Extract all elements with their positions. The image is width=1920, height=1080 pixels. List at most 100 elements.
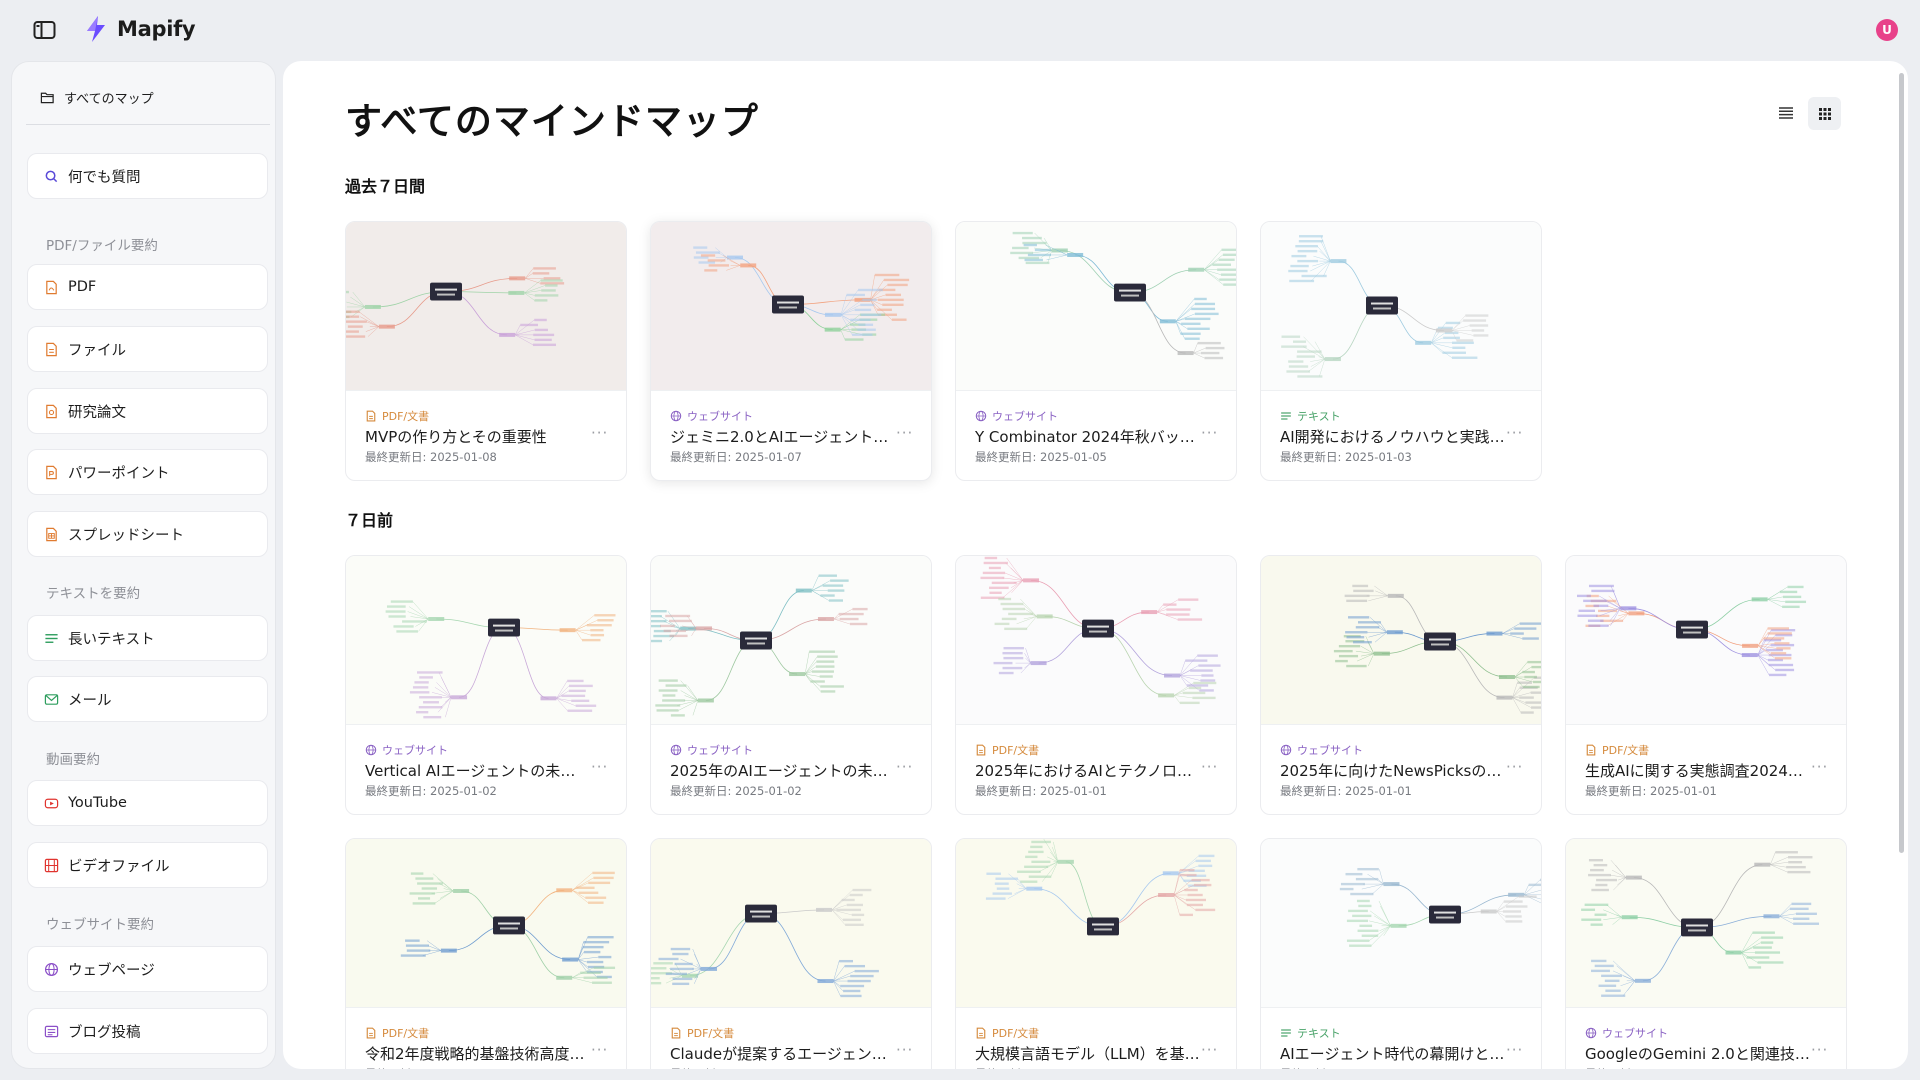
sidebar-item-webpage[interactable]: ウェブページ	[27, 946, 268, 992]
globe-icon	[1585, 1027, 1597, 1039]
card-type-label: PDF/文書	[1602, 744, 1650, 757]
sidebar-item-spreadsheet[interactable]: スプレッドシート	[27, 511, 268, 557]
card-type: PDF/文書	[975, 1025, 1039, 1041]
mindmap-card[interactable]: PDF/文書 2025年におけるAIとテクノロジ… ··· 最終更新日: 2025-0…	[955, 555, 1237, 815]
section-video: 動画要約	[46, 752, 100, 768]
mapify-logo[interactable]: Mapify	[81, 14, 196, 44]
card-date: 最終更新日: 2025-01-02	[670, 784, 802, 798]
sidebar-item-label: 長いテキスト	[68, 631, 155, 648]
mindmap-card[interactable]: ウェブサイト 2025年のAIエージェントの未来… ··· 最終更新日: 2025-0…	[650, 555, 932, 815]
mindmap-thumbnail	[346, 556, 626, 725]
spreadsheet-icon	[46, 527, 57, 541]
mindmap-card[interactable]: PDF/文書 Claudeが提案するエージェント…··· 最終更新日: 2025-0…	[650, 838, 932, 1069]
mail-icon	[44, 693, 59, 705]
sidebar-item-powerpoint[interactable]: パワーポイント	[27, 449, 268, 495]
sidebar-item-video-file[interactable]: ビデオファイル	[27, 842, 268, 888]
card-title: 令和2年度戦略的基盤技術高度…	[365, 1045, 585, 1063]
globe-icon	[670, 410, 682, 422]
scrollbar[interactable]	[1899, 73, 1904, 853]
card-type: テキスト	[1280, 408, 1341, 424]
sidebar-item-mail[interactable]: メール	[27, 676, 268, 722]
pdf-icon	[976, 744, 986, 756]
more-options-icon[interactable]: ···	[591, 1041, 608, 1059]
sidebar-item-label: ファイル	[68, 342, 126, 359]
sidebar-item-pdf[interactable]: PDF	[27, 264, 268, 310]
mindmap-card[interactable]: ウェブサイト Y Combinator 2024年秋バッチ… ··· 最終更新日: 2…	[955, 221, 1237, 481]
list-view-icon[interactable]	[1773, 100, 1799, 126]
more-options-icon[interactable]: ···	[896, 1041, 913, 1059]
sidebar-item-long-text[interactable]: 長いテキスト	[27, 615, 268, 661]
card-type: PDF/文書	[975, 742, 1039, 758]
sidebar-item-youtube[interactable]: YouTube	[27, 780, 268, 826]
card-title: Vertical AIエージェントの未来…	[365, 762, 590, 780]
sidebar-toggle-icon[interactable]	[33, 20, 57, 40]
pdf-icon	[976, 1027, 986, 1039]
card-type-label: テキスト	[1297, 410, 1341, 423]
mindmap-card[interactable]: PDF/文書大規模言語モデル（LLM）を基…··· 最終更新日: 2025-01-…	[955, 838, 1237, 1069]
sidebar: すべてのマップ 何でも質問 PDF/ファイル要約 PDF ファイル 研究論文 パ…	[11, 61, 276, 1069]
sidebar-all-maps[interactable]: すべてのマップ	[40, 88, 154, 107]
card-title: MVPの作り方とその重要性	[365, 428, 547, 446]
more-options-icon[interactable]: ···	[1201, 424, 1218, 442]
more-options-icon[interactable]: ···	[1201, 1041, 1218, 1059]
card-type-label: ウェブサイト	[687, 410, 753, 423]
user-avatar[interactable]: U	[1876, 19, 1898, 41]
card-date: 最終更新日: 2025-01-01	[975, 784, 1107, 798]
card-type-label: PDF/文書	[687, 1027, 735, 1040]
mindmap-thumbnail	[346, 222, 626, 391]
video-file-icon	[44, 858, 59, 872]
card-title: Claudeが提案するエージェント…	[670, 1045, 895, 1063]
card-type-label: PDF/文書	[992, 744, 1040, 757]
card-type: ウェブサイト	[670, 742, 753, 758]
sidebar-item-label: ブログ投稿	[68, 1024, 141, 1041]
card-type: PDF/文書	[1585, 742, 1649, 758]
card-type: PDF/文書	[365, 408, 429, 424]
card-title: 2025年におけるAIとテクノロジ…	[975, 762, 1200, 780]
card-date: 最終更新日: 2025-01-01	[975, 1066, 1107, 1069]
more-options-icon[interactable]: ···	[896, 424, 913, 442]
sidebar-item-paper[interactable]: 研究論文	[27, 388, 268, 434]
more-options-icon[interactable]: ···	[1506, 424, 1523, 442]
sidebar-item-file[interactable]: ファイル	[27, 326, 268, 372]
card-type: ウェブサイト	[670, 408, 753, 424]
youtube-icon	[44, 798, 59, 808]
card-date: 最終更新日: 2025-01-03	[1280, 450, 1412, 464]
mindmap-card[interactable]: ウェブサイト ジェミニ2.0とAIエージェントの… ··· 最終更新日: 2025-0…	[650, 221, 932, 481]
mindmap-card[interactable]: PDF/文書 生成AIに関する実態調査2024… ··· 最終更新日: 2025-01…	[1565, 555, 1847, 815]
more-options-icon[interactable]: ···	[591, 424, 608, 442]
more-options-icon[interactable]: ···	[1811, 1041, 1828, 1059]
globe-icon	[975, 410, 987, 422]
grid-view-icon[interactable]	[1808, 97, 1841, 130]
more-options-icon[interactable]: ···	[1506, 1041, 1523, 1059]
more-options-icon[interactable]: ···	[896, 758, 913, 776]
sidebar-item-label: PDF	[68, 279, 97, 295]
mindmap-thumbnail	[956, 839, 1236, 1008]
bolt-logo-icon	[87, 16, 105, 42]
mindmap-card[interactable]: PDF/文書 MVPの作り方とその重要性 ··· 最終更新日: 2025-01-08	[345, 221, 627, 481]
more-options-icon[interactable]: ···	[1506, 758, 1523, 776]
sidebar-item-blog[interactable]: ブログ投稿	[27, 1008, 268, 1054]
mindmap-card[interactable]: テキスト AIエージェント時代の幕開けと…··· 最終更新日: 2025-01-01	[1260, 838, 1542, 1069]
sidebar-item-label: 研究論文	[68, 404, 126, 421]
mindmap-card[interactable]: ウェブサイト GoogleのGemini 2.0と関連技術…··· 最終更新日: 2…	[1565, 838, 1847, 1069]
powerpoint-icon	[46, 465, 57, 479]
more-options-icon[interactable]: ···	[1201, 758, 1218, 776]
card-type: ウェブサイト	[1280, 742, 1363, 758]
mindmap-thumbnail	[651, 556, 931, 725]
card-title: AI開発におけるノウハウと実践…	[1280, 428, 1505, 446]
more-options-icon[interactable]: ···	[1811, 758, 1828, 776]
card-type: ウェブサイト	[975, 408, 1058, 424]
mindmap-card[interactable]: PDF/文書令和2年度戦略的基盤技術高度… ··· 最終更新日: 2025-01-0…	[345, 838, 627, 1069]
card-type: PDF/文書	[365, 1025, 429, 1041]
more-options-icon[interactable]: ···	[591, 758, 608, 776]
ask-anything-button[interactable]: 何でも質問	[27, 153, 268, 199]
search-icon	[45, 170, 58, 182]
mindmap-card[interactable]: ウェブサイト Vertical AIエージェントの未来… ··· 最終更新日: 202…	[345, 555, 627, 815]
mindmap-card[interactable]: テキスト AI開発におけるノウハウと実践… ··· 最終更新日: 2025-01-03	[1260, 221, 1542, 481]
card-date: 最終更新日: 2025-01-08	[365, 450, 497, 464]
mindmap-thumbnail	[1261, 556, 1541, 725]
globe-icon	[1280, 744, 1292, 756]
card-type-label: ウェブサイト	[687, 744, 753, 757]
sidebar-item-label: ウェブページ	[68, 962, 155, 979]
mindmap-card[interactable]: ウェブサイト 2025年に向けたNewsPicksの… ··· 最終更新日: 2025…	[1260, 555, 1542, 815]
